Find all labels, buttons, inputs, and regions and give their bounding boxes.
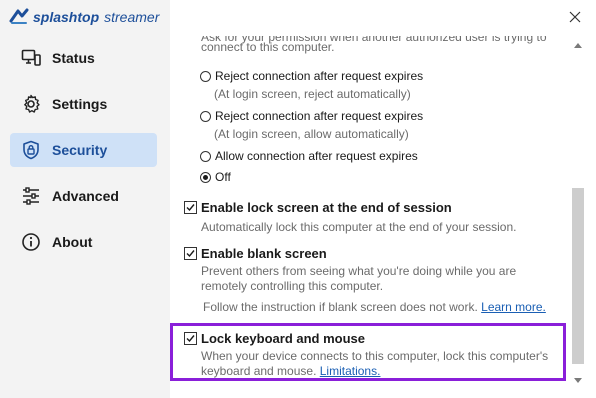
- scroll-up-arrow-icon[interactable]: [573, 40, 583, 50]
- gear-icon: [20, 93, 42, 115]
- sidebar-item-label: Advanced: [52, 188, 119, 204]
- sidebar-item-about[interactable]: About: [10, 225, 157, 259]
- lock-screen-description: Automatically lock this computer at the …: [201, 220, 517, 234]
- sliders-icon: [20, 185, 42, 207]
- radio-button[interactable]: [200, 150, 211, 162]
- desc-text: keyboard and mouse.: [201, 364, 317, 378]
- learn-more-link[interactable]: Learn more.: [481, 300, 546, 314]
- lock-screen-checkbox-row[interactable]: Enable lock screen at the end of session: [184, 200, 452, 215]
- app-logo: splashtop streamer: [8, 6, 159, 28]
- radio-reject-login-allow[interactable]: Reject connection after request expires: [200, 109, 423, 123]
- blank-screen-description-1: Prevent others from seeing what you're d…: [201, 264, 517, 278]
- sidebar-item-settings[interactable]: Settings: [10, 87, 157, 121]
- radio-label: Reject connection after request expires: [215, 69, 424, 83]
- radio-reject-login-reject[interactable]: Reject connection after request expires: [200, 69, 423, 83]
- blank-screen-checkbox-row[interactable]: Enable blank screen: [184, 246, 327, 261]
- sidebar-item-status[interactable]: Status: [10, 41, 157, 75]
- lock-screen-label: Enable lock screen at the end of session: [201, 200, 452, 215]
- scroll-thumb[interactable]: [572, 188, 584, 364]
- blank-screen-description-2: remotely controlling this computer.: [201, 279, 384, 293]
- radio-label: Allow connection after request expires: [215, 149, 418, 163]
- radio-sublabel: (At login screen, reject automatically): [214, 87, 411, 101]
- sidebar-item-advanced[interactable]: Advanced: [10, 179, 157, 213]
- radio-label: Off: [215, 170, 231, 184]
- vertical-scrollbar[interactable]: [570, 40, 586, 386]
- security-panel: Ask for your permission when another aut…: [170, 0, 596, 398]
- checkbox-checked[interactable]: [184, 247, 197, 260]
- blank-screen-follow: Follow the instruction if blank screen d…: [203, 300, 546, 314]
- info-icon: [20, 231, 42, 253]
- sidebar-item-label: Security: [52, 142, 108, 158]
- logo-brand: splashtop: [33, 9, 100, 25]
- checkbox-checked[interactable]: [184, 201, 197, 214]
- logo-product: streamer: [104, 9, 160, 25]
- lock-keyboard-description-2: keyboard and mouse. Limitations.: [201, 364, 380, 378]
- limitations-link[interactable]: Limitations.: [320, 364, 381, 378]
- sidebar-item-security[interactable]: Security: [10, 133, 157, 167]
- sidebar-item-label: About: [52, 234, 93, 250]
- radio-sublabel: (At login screen, allow automatically): [214, 127, 409, 141]
- splashtop-logo-icon: [9, 8, 29, 24]
- radio-button[interactable]: [200, 110, 211, 122]
- sidebar-item-label: Status: [52, 50, 95, 66]
- blank-screen-label: Enable blank screen: [201, 246, 327, 261]
- lock-keyboard-checkbox-row[interactable]: Lock keyboard and mouse: [184, 331, 365, 346]
- lock-keyboard-description-1: When your device connects to this comput…: [201, 349, 549, 363]
- monitor-icon: [20, 47, 42, 69]
- radio-label: Reject connection after request expires: [215, 109, 424, 123]
- radio-allow-after-expire[interactable]: Allow connection after request expires: [200, 149, 418, 163]
- sidebar-item-label: Settings: [52, 96, 108, 112]
- shield-lock-icon: [20, 139, 42, 161]
- follow-text: Follow the instruction if blank screen d…: [203, 300, 478, 314]
- scroll-down-arrow-icon[interactable]: [573, 376, 583, 386]
- checkbox-checked[interactable]: [184, 332, 197, 345]
- partial-description-2: connect to this computer.: [201, 40, 335, 54]
- radio-button-selected[interactable]: [200, 171, 211, 183]
- lock-keyboard-label: Lock keyboard and mouse: [201, 331, 365, 346]
- radio-button[interactable]: [200, 70, 211, 82]
- close-button[interactable]: [566, 8, 584, 26]
- close-icon: [569, 11, 581, 23]
- sidebar: splashtop streamer Status Settings Secur…: [0, 0, 170, 398]
- radio-off[interactable]: Off: [200, 170, 231, 184]
